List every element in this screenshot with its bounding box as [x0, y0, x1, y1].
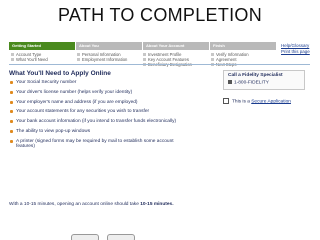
- bullet-icon: [10, 100, 13, 104]
- list-item: Your driver's license number (helps veri…: [9, 90, 184, 96]
- tab-about-your-account[interactable]: About Your Account: [143, 42, 209, 50]
- list-item: Your account statements for any securiti…: [9, 109, 184, 115]
- time-estimate-note: With a 10-15 minutes, opening an account…: [9, 202, 174, 207]
- substeps-about-you: Personal Information Employment Informat…: [77, 52, 127, 62]
- list-item: Your bank account information (if you in…: [9, 119, 184, 125]
- secure-application-link[interactable]: Secure Application: [251, 99, 291, 104]
- application-screenshot: Getting Started About You About Your Acc…: [9, 42, 310, 240]
- progress-tabs: Getting Started About You About Your Acc…: [9, 42, 277, 50]
- action-buttons: [71, 234, 135, 240]
- specialist-phone: 1-800-FIDELITY: [228, 80, 269, 85]
- continue-button[interactable]: [107, 234, 135, 240]
- substep-item: What You'll Need: [11, 57, 48, 62]
- bullet-icon: [10, 90, 13, 94]
- print-page-link[interactable]: Print this page: [281, 49, 310, 54]
- specialist-title: Call a Fidelity Specialist: [228, 73, 283, 78]
- specialist-box: Call a Fidelity Specialist 1-800-FIDELIT…: [223, 70, 305, 90]
- tab-finish[interactable]: Finish: [210, 42, 276, 50]
- substep-item: Employment Information: [77, 57, 127, 62]
- list-item: Your employer's name and address (if you…: [9, 100, 184, 106]
- substeps-getting-started: Account Type What You'll Need: [11, 52, 48, 62]
- tab-getting-started[interactable]: Getting Started: [9, 42, 75, 50]
- page-heading: What You'll Need to Apply Online: [9, 70, 111, 77]
- divider: [9, 64, 310, 65]
- list-item: A printer (signed forms may be required …: [9, 139, 184, 150]
- tab-about-you[interactable]: About You: [76, 42, 142, 50]
- slide-title: PATH TO COMPLETION: [57, 5, 263, 25]
- bullet-icon: [10, 139, 13, 143]
- lock-icon: [223, 98, 229, 104]
- cancel-button[interactable]: [71, 234, 99, 240]
- secure-application-notice: This is a Secure Application: [223, 98, 291, 104]
- list-item: Your Social Security number: [9, 80, 184, 86]
- bullet-icon: [10, 81, 13, 84]
- help-glossary-link[interactable]: Help/Glossary: [281, 43, 309, 48]
- phone-icon: [228, 80, 232, 84]
- list-item: The ability to view pop-up windows: [9, 129, 184, 135]
- bullet-icon: [10, 110, 13, 114]
- bullet-icon: [10, 120, 13, 124]
- requirements-list: Your Social Security number Your driver'…: [9, 80, 184, 154]
- bullet-icon: [10, 129, 13, 133]
